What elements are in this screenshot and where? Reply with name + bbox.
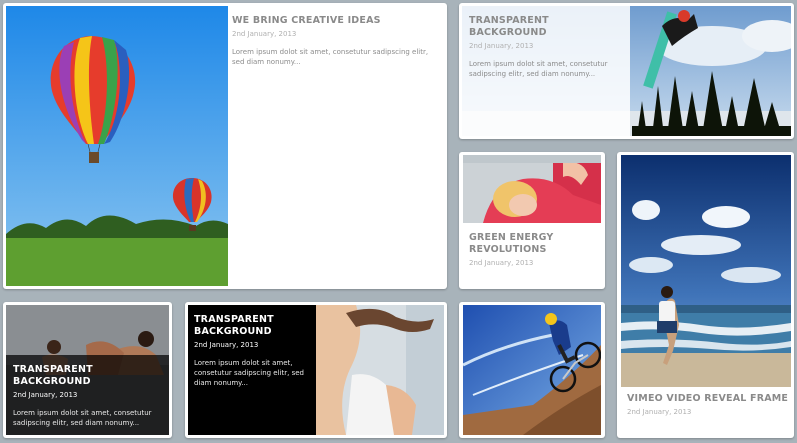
post-card-ponytail[interactable]: TRANSPARENT BACKGROUND 2nd January, 2013…: [185, 302, 447, 438]
balloons-photo[interactable]: [6, 6, 228, 286]
runner-photo[interactable]: [621, 155, 791, 387]
post-excerpt: Lorem ipsum dolot sit amet, consetutur s…: [469, 60, 608, 78]
post-card-green-energy[interactable]: GREEN ENERGY REVOLUTIONS 2nd January, 20…: [459, 152, 605, 289]
post-title[interactable]: TRANSPARENT BACKGROUND: [194, 314, 312, 338]
post-date: 2nd January, 2013: [13, 391, 78, 399]
post-excerpt: Lorem ipsum dolot sit amet, consetutur s…: [232, 48, 429, 66]
post-excerpt: Lorem ipsum dolot sit amet, consetutur s…: [13, 409, 152, 427]
post-date: 2nd January, 2013: [469, 259, 534, 267]
post-excerpt: Lorem ipsum dolot sit amet, consetutur s…: [194, 359, 304, 387]
post-card-dancers[interactable]: TRANSPARENT BACKGROUND 2nd January, 2013…: [3, 302, 172, 438]
post-title[interactable]: WE BRING CREATIVE IDEAS: [232, 15, 440, 27]
post-card-mountain-bike[interactable]: [459, 302, 605, 438]
post-title[interactable]: GREEN ENERGY REVOLUTIONS: [469, 232, 599, 256]
post-date: 2nd January, 2013: [194, 341, 259, 349]
post-title[interactable]: TRANSPARENT BACKGROUND: [469, 15, 619, 39]
post-title[interactable]: VIMEO VIDEO REVEAL FRAME: [627, 393, 792, 405]
post-title[interactable]: TRANSPARENT BACKGROUND: [13, 364, 165, 388]
post-card-vimeo[interactable]: VIMEO VIDEO REVEAL FRAME 2nd January, 20…: [617, 152, 794, 438]
woman-photo[interactable]: [463, 155, 601, 223]
biker-photo[interactable]: [463, 305, 601, 435]
post-date: 2nd January, 2013: [627, 408, 692, 416]
post-date: 2nd January, 2013: [469, 42, 534, 50]
post-date: 2nd January, 2013: [232, 30, 297, 38]
post-card-balloons[interactable]: WE BRING CREATIVE IDEAS 2nd January, 201…: [3, 3, 447, 289]
post-card-snowboard[interactable]: TRANSPARENT BACKGROUND 2nd January, 2013…: [459, 3, 794, 139]
ponytail-photo[interactable]: [316, 305, 444, 435]
